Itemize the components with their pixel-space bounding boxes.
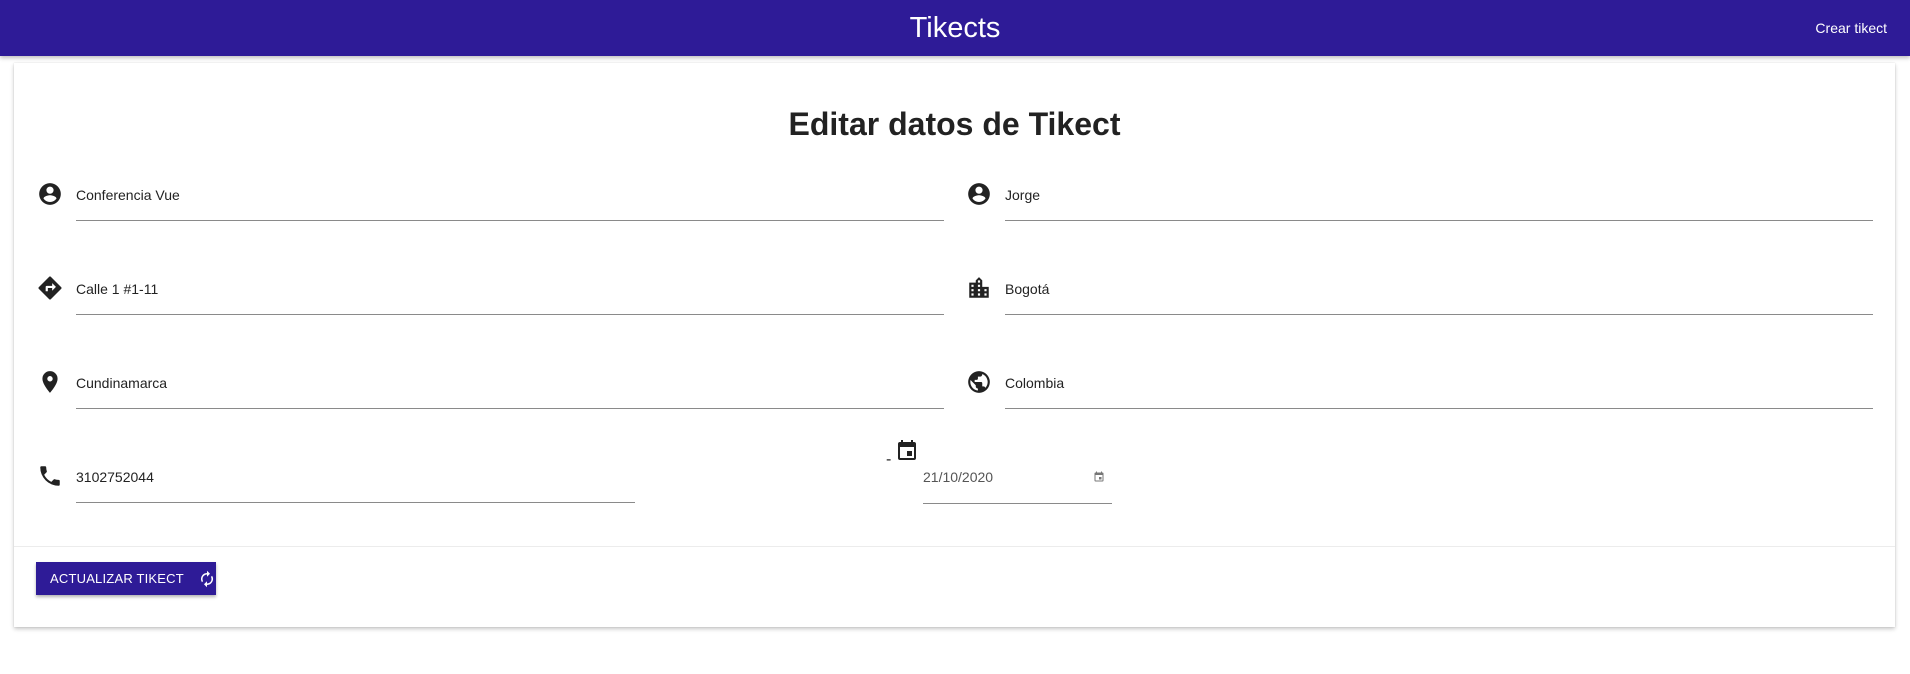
person-name-input[interactable] (1005, 184, 1873, 206)
phone-field (37, 455, 657, 503)
department-input[interactable] (76, 372, 944, 394)
event-name-field (37, 173, 974, 221)
phone-icon (37, 463, 63, 489)
address-input[interactable] (76, 278, 944, 300)
date-prefix: - (886, 451, 892, 468)
update-ticket-button[interactable]: ACTUALIZAR TIKECT (36, 562, 216, 595)
directions-icon (37, 275, 63, 301)
globe-icon (966, 369, 992, 395)
event-name-input[interactable] (76, 184, 944, 206)
person-name-field (966, 173, 1886, 221)
create-ticket-link[interactable]: Crear tikect (1815, 18, 1887, 38)
update-ticket-label: ACTUALIZAR TIKECT (50, 571, 184, 586)
map-marker-icon (37, 369, 63, 395)
account-circle-icon (37, 181, 63, 207)
address-field (37, 267, 974, 315)
city-input[interactable] (1005, 278, 1873, 300)
country-field (966, 361, 1886, 409)
date-input[interactable] (923, 466, 1073, 488)
department-field (37, 361, 974, 409)
city-icon (966, 275, 992, 301)
city-field (966, 267, 1886, 315)
account-circle-icon (966, 181, 992, 207)
phone-input[interactable] (76, 466, 635, 488)
refresh-icon (198, 570, 216, 588)
date-picker-icon[interactable] (1093, 471, 1105, 483)
app-title: Tikects (909, 12, 1001, 44)
country-input[interactable] (1005, 372, 1873, 394)
page-title: Editar datos de Tikect (788, 106, 1121, 142)
calendar-icon (895, 439, 919, 463)
card-divider (14, 546, 1895, 547)
edit-ticket-card: Editar datos de Tikect Conferencia Vue J… (14, 63, 1895, 627)
app-bar: Tikects Crear tikect (0, 0, 1910, 56)
